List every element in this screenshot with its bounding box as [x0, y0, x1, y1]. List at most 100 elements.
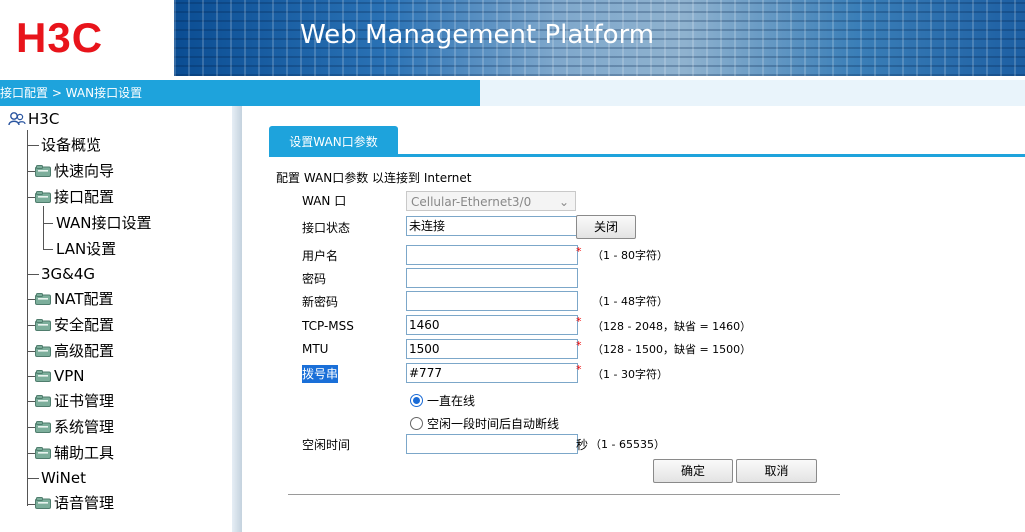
folder-icon [35, 165, 51, 177]
radio-always-online-label: 一直在线 [427, 394, 476, 408]
sidebar-item-security[interactable]: 安全配置 [35, 315, 114, 335]
sidebar-item-label: VPN [54, 367, 85, 385]
sidebar-item-interface-config[interactable]: 接口配置 [35, 187, 114, 207]
sidebar-separator [232, 106, 242, 532]
sidebar-item-label: 语音管理 [54, 494, 115, 512]
idle-time-hint: （1 - 65535） [590, 438, 665, 451]
mtu-input[interactable]: 1500 [406, 339, 578, 359]
username-input[interactable] [406, 245, 578, 265]
sidebar-item-label: 接口配置 [54, 188, 115, 206]
dial-string-input[interactable]: #777 [406, 363, 578, 383]
tree-branch [27, 401, 35, 402]
password-label: 密码 [302, 272, 327, 286]
tree-branch [27, 478, 39, 479]
required-mark: * [576, 315, 582, 328]
folder-icon [35, 395, 51, 407]
wan-port-select[interactable]: Cellular-Ethernet3/0 ⌄ [406, 191, 576, 211]
radio-always-online[interactable]: 一直在线 [410, 392, 475, 409]
tree-branch [27, 171, 35, 172]
tcp-mss-hint: （128 - 2048，缺省 = 1460） [592, 320, 752, 333]
sidebar-item-vpn[interactable]: VPN [35, 366, 85, 386]
new-password-hint: （1 - 48字符） [592, 295, 668, 308]
tab-underline [269, 154, 1025, 157]
folder-icon [35, 421, 51, 433]
folder-icon [35, 497, 51, 509]
sidebar-item-overview[interactable]: 设备概览 [41, 135, 101, 155]
folder-icon [35, 447, 51, 459]
sidebar-item-label: 快速向导 [54, 162, 115, 180]
sidebar-item-label: NAT配置 [54, 290, 114, 308]
h3c-logo: H3C [16, 14, 104, 61]
users-icon [8, 111, 26, 127]
password-input[interactable] [406, 268, 578, 288]
sidebar-root[interactable]: H3C [8, 109, 59, 129]
tree-branch [27, 145, 39, 146]
sidebar-item-3g4g[interactable]: 3G&4G [41, 264, 95, 284]
sidebar-item-label: 设备概览 [41, 136, 102, 154]
sidebar-item-label: 高级配置 [54, 342, 115, 360]
wan-port-label: WAN 口 [302, 194, 347, 208]
mtu-hint: （128 - 1500，缺省 = 1500） [592, 343, 752, 356]
folder-icon [35, 293, 51, 305]
tree-branch [27, 274, 39, 275]
tcp-mss-input[interactable]: 1460 [406, 315, 578, 335]
folder-icon [35, 319, 51, 331]
logo-area: H3C [0, 0, 174, 76]
dial-string-label: 拨号串 [302, 365, 339, 383]
tree-branch [27, 504, 35, 505]
sidebar-item-label: 安全配置 [54, 316, 115, 334]
form-description: 配置 WAN口参数 以连接到 Internet [276, 171, 472, 185]
folder-icon [35, 191, 51, 203]
sidebar-item-certificates[interactable]: 证书管理 [35, 391, 114, 411]
sidebar-item-nat[interactable]: NAT配置 [35, 289, 113, 309]
folder-icon [35, 370, 51, 382]
mtu-label: MTU [302, 342, 329, 356]
dial-string-hint: （1 - 30字符） [592, 368, 668, 381]
platform-title: Web Management Platform [300, 20, 655, 50]
chevron-down-icon: ⌄ [558, 195, 569, 209]
sidebar-item-voice[interactable]: 语音管理 [35, 493, 114, 513]
tree-branch [27, 197, 35, 198]
sidebar-item-quick-wizard[interactable]: 快速向导 [35, 161, 114, 181]
tree-branch [27, 453, 35, 454]
ok-button[interactable]: 确定 [653, 459, 733, 483]
sidebar-item-lan-settings[interactable]: LAN设置 [56, 239, 116, 259]
cancel-button[interactable]: 取消 [736, 459, 817, 483]
sidebar-item-label: 证书管理 [54, 392, 115, 410]
sidebar-nav: H3C 设备概览 快速向导 接口配置 WAN接口设置 LAN设置 3G&4G N… [0, 106, 232, 532]
username-label: 用户名 [302, 249, 339, 263]
radio-unselected-icon [410, 417, 423, 430]
nav-tree: H3C 设备概览 快速向导 接口配置 WAN接口设置 LAN设置 3G&4G N… [0, 106, 232, 532]
interface-status-label: 接口状态 [302, 221, 351, 235]
header-banner: Web Management Platform [174, 0, 1025, 76]
tcp-mss-label: TCP-MSS [302, 319, 354, 333]
tree-line [27, 130, 28, 506]
main-panel: 设置WAN口参数 配置 WAN口参数 以连接到 Internet WAN 口 C… [242, 106, 1025, 532]
tree-branch [27, 325, 35, 326]
breadcrumb: 接口配置 > WAN接口设置 [0, 80, 480, 106]
sidebar-item-label: 辅助工具 [54, 444, 115, 462]
breadcrumb-bar: 接口配置 > WAN接口设置 [0, 80, 1025, 106]
required-mark: * [576, 339, 582, 352]
tree-branch [27, 376, 35, 377]
sidebar-item-winet[interactable]: WiNet [41, 468, 86, 488]
sidebar-item-advanced[interactable]: 高级配置 [35, 341, 114, 361]
sidebar-item-label: 系统管理 [54, 418, 115, 436]
username-hint: （1 - 80字符） [592, 249, 668, 262]
required-mark: * [576, 245, 582, 258]
sidebar-item-wan-settings[interactable]: WAN接口设置 [56, 213, 152, 233]
sidebar-item-tools[interactable]: 辅助工具 [35, 443, 114, 463]
new-password-input[interactable] [406, 291, 578, 311]
tree-branch [43, 223, 53, 224]
interface-status-field: 未连接 [406, 216, 578, 236]
close-button[interactable]: 关闭 [576, 215, 636, 239]
sidebar-item-label: WiNet [41, 469, 86, 487]
sidebar-item-system[interactable]: 系统管理 [35, 417, 114, 437]
idle-time-input[interactable] [406, 434, 578, 454]
form-bottom-divider [288, 494, 840, 495]
radio-idle-disconnect-label: 空闲一段时间后自动断线 [427, 417, 560, 431]
tab-wan-params[interactable]: 设置WAN口参数 [269, 126, 398, 156]
tree-branch [43, 249, 53, 250]
idle-time-label: 空闲时间 [302, 438, 351, 452]
radio-idle-disconnect[interactable]: 空闲一段时间后自动断线 [410, 415, 559, 432]
